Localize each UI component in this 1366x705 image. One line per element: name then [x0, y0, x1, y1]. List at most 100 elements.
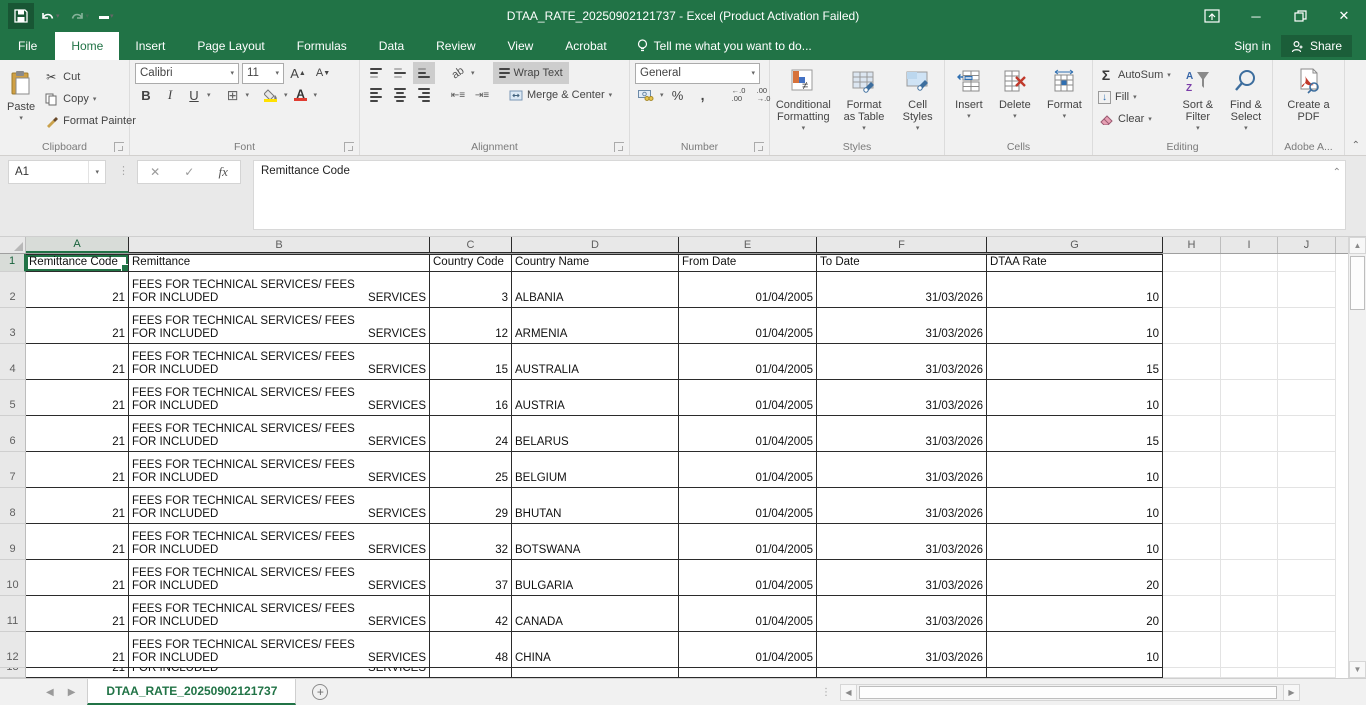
tell-me-box[interactable]: Tell me what you want to do... [623, 32, 826, 60]
scroll-right-icon[interactable]: ▶ [1283, 684, 1300, 701]
cell-country-code[interactable]: 32 [430, 524, 512, 560]
cell-dtaa-rate[interactable]: 10 [987, 380, 1163, 416]
cell-country-code[interactable]: 37 [430, 560, 512, 596]
clear-button[interactable]: Clear▾ [1095, 108, 1174, 130]
cell-empty[interactable] [1221, 668, 1278, 678]
comma-style-icon[interactable]: , [692, 84, 714, 106]
vertical-scrollbar[interactable]: ▲ ▼ [1348, 237, 1366, 678]
tab-view[interactable]: View [492, 32, 550, 60]
insert-function-icon[interactable]: fx [219, 164, 228, 180]
cell-from-date[interactable]: 01/04/2005 [679, 344, 817, 380]
delete-cells-button[interactable]: Delete▾ [994, 62, 1036, 125]
cell-empty[interactable] [1221, 632, 1278, 668]
prev-sheet-icon[interactable]: ◀ [46, 687, 54, 698]
cell-empty[interactable] [1221, 452, 1278, 488]
cell-empty[interactable] [1163, 596, 1221, 632]
tab-insert[interactable]: Insert [119, 32, 181, 60]
cell-empty[interactable] [1278, 380, 1336, 416]
cell-to-date[interactable]: 31/03/2026 [817, 488, 987, 524]
cell-from-date[interactable]: 01/04/2005 [679, 632, 817, 668]
cell-empty[interactable] [1278, 668, 1336, 678]
cell-from-date[interactable]: 01/04/2005 [679, 308, 817, 344]
cell-e1[interactable]: From Date [679, 254, 817, 272]
horizontal-scrollbar[interactable]: ◀ ▶ [840, 679, 1300, 705]
cell-empty[interactable] [1221, 524, 1278, 560]
cell-to-date[interactable]: 31/03/2026 [817, 272, 987, 308]
tab-acrobat[interactable]: Acrobat [549, 32, 622, 60]
cell-empty[interactable] [1221, 344, 1278, 380]
cell-country-code[interactable]: 24 [430, 416, 512, 452]
redo-dropdown-icon[interactable]: ▾ [86, 12, 90, 20]
cell-empty[interactable] [1278, 488, 1336, 524]
cell-country-code[interactable]: 15 [430, 344, 512, 380]
cell-remittance-code[interactable]: 21 [26, 308, 129, 344]
cell-country-name[interactable]: BHUTAN [512, 488, 679, 524]
cell-empty[interactable] [1221, 596, 1278, 632]
find-select-button[interactable]: Find & Select▾ [1222, 62, 1270, 137]
cell-empty[interactable] [1163, 560, 1221, 596]
tab-formulas[interactable]: Formulas [281, 32, 363, 60]
cell-remittance-code[interactable]: 21 [26, 596, 129, 632]
cell-from-date[interactable]: 01/04/2005 [679, 596, 817, 632]
undo-button[interactable]: ▾ [36, 3, 64, 29]
column-header-a[interactable]: A [26, 237, 129, 253]
cell-from-date[interactable]: 01/04/2005 [679, 488, 817, 524]
cell-from-date[interactable]: 01/04/2005 [679, 524, 817, 560]
autosum-button[interactable]: Σ AutoSum▾ [1095, 64, 1174, 86]
cell-country-name[interactable]: BELGIUM [512, 452, 679, 488]
cell-remittance-code[interactable]: 21 [26, 524, 129, 560]
enter-icon[interactable]: ✓ [184, 165, 194, 179]
cell-dtaa-rate[interactable]: 10 [987, 452, 1163, 488]
cell-empty[interactable] [1163, 524, 1221, 560]
cell-to-date[interactable]: 31/03/2026 [817, 596, 987, 632]
cell-empty[interactable] [1278, 452, 1336, 488]
cell-to-date[interactable]: 31/03/2026 [817, 344, 987, 380]
scroll-up-icon[interactable]: ▲ [1349, 237, 1366, 254]
save-icon[interactable] [8, 3, 34, 29]
insert-cells-button[interactable]: Insert▾ [950, 62, 988, 125]
customize-qat-icon[interactable]: ▬▾ [95, 3, 118, 29]
cell-to-date[interactable]: 31/03/2026 [817, 524, 987, 560]
cell-empty[interactable] [1163, 668, 1221, 678]
top-align-icon[interactable] [365, 62, 387, 84]
wrap-text-button[interactable]: Wrap Text [493, 62, 569, 84]
bold-button[interactable]: B [135, 84, 157, 106]
column-header-c[interactable]: C [430, 237, 512, 253]
bottom-align-icon[interactable] [413, 62, 435, 84]
tab-scroll-splitter[interactable]: ⋮ [813, 679, 840, 705]
number-format-select[interactable]: General▾ [635, 63, 760, 84]
cell-country-code[interactable]: 48 [430, 632, 512, 668]
cell-country-name[interactable]: AUSTRIA [512, 380, 679, 416]
cell-country-name[interactable]: CANADA [512, 596, 679, 632]
cell-remittance[interactable]: FEES FOR TECHNICAL SERVICES/ FEES FOR IN… [129, 308, 430, 344]
cell-dtaa-rate[interactable]: 10 [987, 272, 1163, 308]
cell-empty[interactable] [1163, 632, 1221, 668]
cell-empty[interactable] [1278, 416, 1336, 452]
cell-f1[interactable]: To Date [817, 254, 987, 272]
cell-to-date[interactable]: 31/03/2026 [817, 380, 987, 416]
cell-country-name[interactable]: ALBANIA [512, 272, 679, 308]
cell-country-code[interactable]: 12 [430, 308, 512, 344]
cell-d1[interactable]: Country Name [512, 254, 679, 272]
cell-remittance[interactable]: FEES FOR TECHNICAL SERVICES/ FEES FOR IN… [129, 452, 430, 488]
row-header[interactable]: 12 [0, 632, 26, 668]
cell-a1-selected[interactable]: Remittance Code [26, 254, 129, 272]
cell-remittance-code[interactable]: 21 [26, 452, 129, 488]
cell-to-date[interactable]: 31/03/2026 [817, 452, 987, 488]
tab-data[interactable]: Data [363, 32, 420, 60]
cell-remittance-code[interactable]: 21 [26, 668, 129, 678]
align-left-icon[interactable] [365, 84, 387, 106]
cell-country-name[interactable]: CHINA [512, 632, 679, 668]
new-sheet-button[interactable]: + [296, 679, 344, 705]
cell-empty[interactable] [1278, 308, 1336, 344]
cell-empty[interactable] [1278, 254, 1336, 272]
cell-remittance-code[interactable]: 21 [26, 416, 129, 452]
cell-empty[interactable] [1278, 272, 1336, 308]
cell-dtaa-rate[interactable]: 15 [987, 344, 1163, 380]
cell-country-code[interactable]: 25 [430, 452, 512, 488]
close-button[interactable]: ✕ [1322, 0, 1366, 32]
row-header[interactable]: 9 [0, 524, 26, 560]
cell-remittance-code[interactable]: 21 [26, 488, 129, 524]
cell-empty[interactable] [1163, 344, 1221, 380]
format-painter-button[interactable]: Format Painter [40, 110, 139, 132]
